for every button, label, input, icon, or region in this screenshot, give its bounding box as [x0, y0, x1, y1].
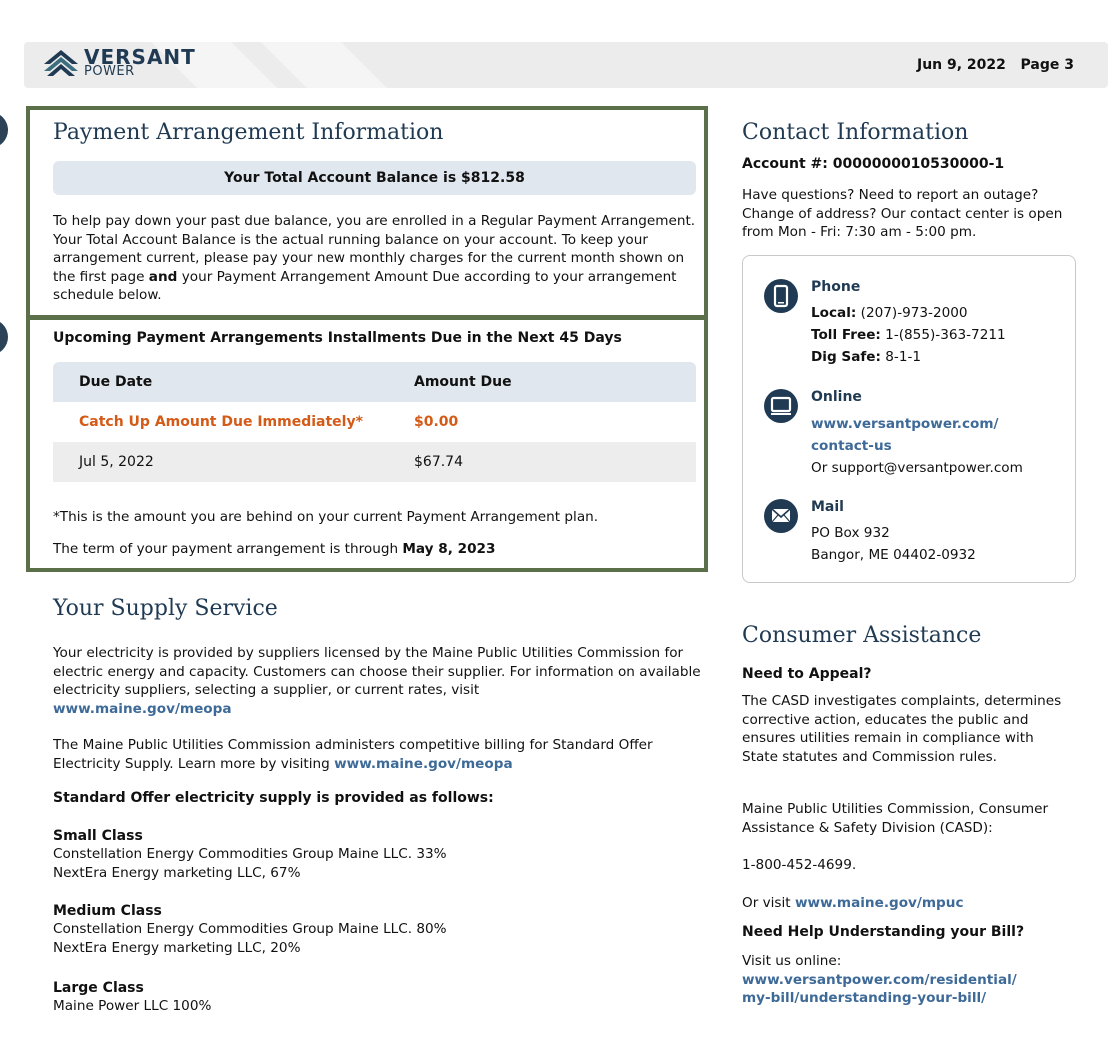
contact-intro: Have questions? Need to report an outage… [742, 187, 1063, 240]
mail-heading: Mail [811, 499, 844, 515]
table-header: Due Date Amount Due [53, 362, 696, 402]
supply-service-title: Your Supply Service [53, 596, 278, 621]
col-due-date: Due Date [79, 374, 153, 390]
class-line: Constellation Energy Commodities Group M… [53, 921, 447, 937]
phone-local: Local: (207)-973-2000 [811, 305, 968, 321]
standard-offer-heading: Standard Offer electricity supply is pro… [53, 790, 494, 806]
phone-label: Local: [811, 305, 857, 321]
class-name: Large Class [53, 980, 144, 996]
row-amount: $0.00 [414, 414, 459, 430]
understanding-bill-link-continued[interactable]: my-bill/understanding-your-bill/ [742, 989, 1092, 1008]
account-number: Account #: 0000000010530000-1 [742, 156, 1005, 172]
installments-footnote: *This is the amount you are behind on yo… [53, 509, 599, 525]
phone-icon [764, 279, 798, 313]
phone-value: (207)-973-2000 [856, 305, 968, 321]
contact-us-link[interactable]: www.versantpower.com/ [811, 416, 999, 432]
meopa-link-2[interactable]: www.maine.gov/meopa [334, 756, 513, 772]
date-and-page: Jun 9, 2022 Page 3 [916, 57, 1074, 73]
visit-prefix: Or visit [742, 895, 795, 911]
appeal-heading: Need to Appeal? [742, 666, 872, 682]
phone-dig-safe: Dig Safe: 8-1-1 [811, 349, 921, 365]
description-bold: and [148, 268, 178, 285]
mail-line: Bangor, ME 04402-0932 [811, 547, 976, 563]
payment-arrangement-title: Payment Arrangement Information [53, 120, 444, 145]
online-heading: Online [811, 389, 862, 405]
bill-page-3: VERSANT POWER Jun 9, 2022 Page 3 Payment… [0, 0, 1112, 1055]
versant-logo-icon [44, 50, 78, 76]
supply-text: Your electricity is provided by supplier… [53, 645, 701, 698]
monitor-icon [764, 389, 798, 423]
large-class-block: Large Class Maine Power LLC 100% [53, 979, 713, 1016]
phone-label: Dig Safe: [811, 349, 881, 365]
small-class-block: Small Class Constellation Energy Commodi… [53, 827, 713, 882]
header-stripe [261, 42, 387, 88]
appeal-text: The CASD investigates complaints, determ… [742, 693, 1062, 765]
help-heading: Need Help Understanding your Bill? [742, 924, 1025, 940]
visit-mpuc: Or visit www.maine.gov/mpuc [742, 894, 1092, 913]
mail-line: PO Box 932 [811, 525, 890, 541]
table-row-catch-up: Catch Up Amount Due Immediately* $0.00 [53, 402, 696, 442]
class-name: Small Class [53, 828, 143, 844]
box-divider [26, 315, 708, 320]
mpuc-link[interactable]: www.maine.gov/mpuc [795, 895, 964, 911]
class-line: Maine Power LLC 100% [53, 998, 212, 1014]
phone-value: 1-(855)-363-7211 [880, 327, 1006, 343]
support-email: Or support@versantpower.com [811, 460, 1023, 476]
col-amount-due: Amount Due [414, 374, 512, 390]
row-amount: $67.74 [414, 454, 463, 470]
term-date: May 8, 2023 [402, 541, 496, 557]
arrangement-term: The term of your payment arrangement is … [53, 541, 495, 557]
section-marker [0, 319, 8, 355]
installments-table: Due Date Amount Due Catch Up Amount Due … [53, 362, 696, 482]
understanding-bill-link[interactable]: www.versantpower.com/residential/ [742, 971, 1092, 990]
help-text: Visit us online: [742, 953, 842, 969]
meopa-link[interactable]: www.maine.gov/meopa [53, 701, 232, 717]
commission-phone: 1-800-452-4699. [742, 857, 857, 873]
phone-toll-free: Toll Free: 1-(855)-363-7211 [811, 327, 1006, 343]
row-label: Catch Up Amount Due Immediately* [79, 414, 363, 430]
phone-value: 8-1-1 [880, 349, 922, 365]
supply-paragraph-1: Your electricity is provided by supplier… [53, 644, 713, 718]
consumer-assistance-title: Consumer Assistance [742, 623, 982, 648]
total-balance-banner: Your Total Account Balance is $812.58 [53, 161, 696, 195]
contact-us-link-continued[interactable]: contact-us [811, 438, 892, 454]
payment-arrangement-description: To help pay down your past due balance, … [53, 212, 698, 305]
supply-paragraph-2: The Maine Public Utilities Commission ad… [53, 736, 713, 773]
versant-logo: VERSANT POWER [44, 47, 196, 78]
class-line: NextEra Energy marketing LLC, 20% [53, 939, 301, 956]
mail-icon [764, 499, 798, 533]
medium-class-block: Medium Class Constellation Energy Commod… [53, 902, 713, 957]
term-text: The term of your payment arrangement is … [53, 541, 403, 557]
section-marker [0, 112, 8, 148]
phone-label: Toll Free: [811, 327, 881, 343]
row-label: Jul 5, 2022 [79, 454, 154, 470]
table-row: Jul 5, 2022 $67.74 [53, 442, 696, 482]
phone-heading: Phone [811, 279, 861, 295]
class-line: NextEra Energy marketing LLC, 67% [53, 864, 301, 881]
installments-title: Upcoming Payment Arrangements Installmen… [53, 330, 622, 346]
contact-information-title: Contact Information [742, 120, 969, 145]
help-block: Visit us online: www.versantpower.com/re… [742, 952, 1092, 1008]
commission-text: Maine Public Utilities Commission, Consu… [742, 801, 1049, 836]
class-name: Medium Class [53, 903, 162, 919]
class-line: Constellation Energy Commodities Group M… [53, 846, 447, 862]
